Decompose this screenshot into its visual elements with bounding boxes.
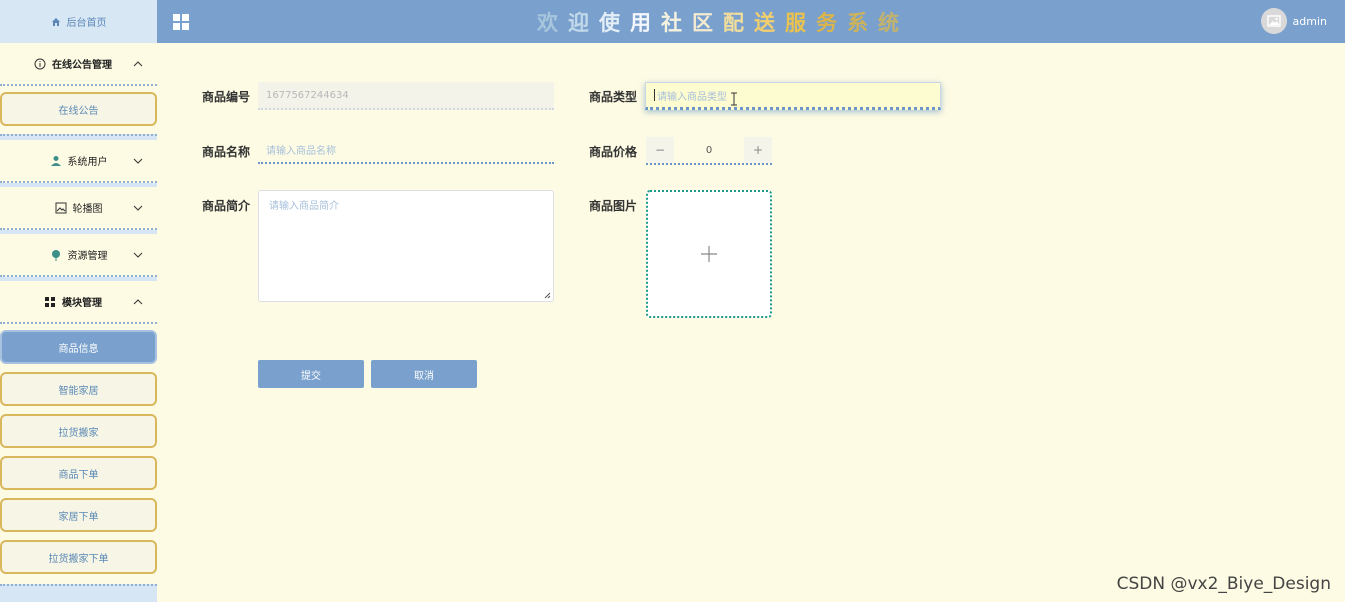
decrement-button[interactable]: − [646,137,674,163]
sidebar-item-product-info[interactable]: 商品信息 [0,330,157,364]
label-product-code: 商品编号 [202,90,251,104]
chevron-down-icon [133,205,143,211]
info-icon [34,58,46,70]
product-type-input[interactable]: 请输入商品类型 [645,82,941,110]
title-char: 服 [785,11,816,35]
avatar [1260,8,1287,34]
title-char: 社 [661,11,692,35]
sidebar-item-announcement[interactable]: 在线公告 [0,92,157,126]
user-icon [50,155,62,167]
username: admin [1292,14,1327,28]
resize-handle-icon[interactable] [544,292,551,299]
picture-icon [1266,15,1281,27]
title-char: 使 [599,11,630,35]
balloon-icon [50,249,62,261]
menu-group-system-users[interactable]: 系统用户 [0,140,157,183]
menu-group-label: 在线公告管理 [52,60,112,71]
menu-group-label: 模块管理 [62,298,102,309]
menu-toggle-icon[interactable] [173,14,189,30]
page-title: 欢迎使用社区配送服务系统 [537,7,909,37]
image-upload[interactable] [646,190,772,318]
grid-icon [44,296,56,308]
cancel-button[interactable]: 取消 [371,360,477,388]
product-intro-textarea[interactable]: 请输入商品简介 [258,190,554,302]
title-char: 配 [723,11,754,35]
chevron-down-icon [133,252,143,258]
product-type-placeholder: 请输入商品类型 [657,91,727,103]
title-char: 统 [878,11,909,35]
price-value[interactable]: 0 [674,145,744,156]
chevron-up-icon [133,61,143,67]
menu-group-modules[interactable]: 模块管理 [0,281,157,324]
sidebar-item-product-order[interactable]: 商品下单 [0,456,157,490]
increment-button[interactable]: + [744,137,772,163]
submenu-modules: 商品信息 智能家居 拉货搬家 商品下单 家居下单 拉货搬家下单 [0,324,157,584]
label-product-name: 商品名称 [202,145,251,159]
home-icon [51,17,60,26]
sidebar-item-moving[interactable]: 拉货搬家 [0,414,157,448]
price-stepper: − 0 + [646,137,772,165]
title-char: 迎 [568,11,599,35]
submit-button[interactable]: 提交 [258,360,364,388]
label-product-image: 商品图片 [589,199,638,213]
plus-icon [701,246,717,262]
image-icon [55,202,67,214]
sidebar-item-moving-order[interactable]: 拉货搬家下单 [0,540,157,574]
sidebar-item-smart-home[interactable]: 智能家居 [0,372,157,406]
menu-group-label: 轮播图 [72,204,103,215]
title-char: 务 [816,11,847,35]
title-char: 用 [630,11,661,35]
chevron-up-icon [133,299,143,305]
menu-group-label: 资源管理 [67,251,108,262]
sidebar: 后台首页 在线公告管理 在线公告 系统用户 轮播图 资源管理 模块管理 商品信息… [0,0,157,602]
ibeam-cursor-icon [731,92,737,106]
product-code-value: 1677567244634 [266,89,349,101]
sidebar-item-home-order[interactable]: 家居下单 [0,498,157,532]
title-char: 欢 [537,11,568,35]
title-char: 系 [847,11,878,35]
user-menu[interactable]: admin [1260,8,1327,34]
sidebar-item-label: 后台首页 [66,18,107,29]
title-char: 区 [692,11,723,35]
top-header: 欢迎使用社区配送服务系统 admin [157,0,1345,43]
sidebar-item-home[interactable]: 后台首页 [0,0,157,43]
title-char: 送 [754,11,785,35]
menu-group-label: 系统用户 [67,157,108,168]
label-product-intro: 商品简介 [202,199,251,213]
menu-group-carousel[interactable]: 轮播图 [0,187,157,230]
product-intro-placeholder: 请输入商品简介 [269,201,339,212]
text-cursor [654,89,655,101]
product-name-input[interactable]: 请输入商品名称 [258,136,554,164]
chevron-down-icon [133,158,143,164]
watermark: CSDN @vx2_Biye_Design [1116,574,1331,594]
submenu-announcements: 在线公告 [0,86,157,134]
label-product-type: 商品类型 [589,90,638,104]
label-product-price: 商品价格 [589,145,638,159]
menu-group-resources[interactable]: 资源管理 [0,234,157,277]
menu-group-announcements[interactable]: 在线公告管理 [0,43,157,86]
product-name-placeholder: 请输入商品名称 [266,145,336,157]
product-code-input: 1677567244634 [258,82,554,110]
